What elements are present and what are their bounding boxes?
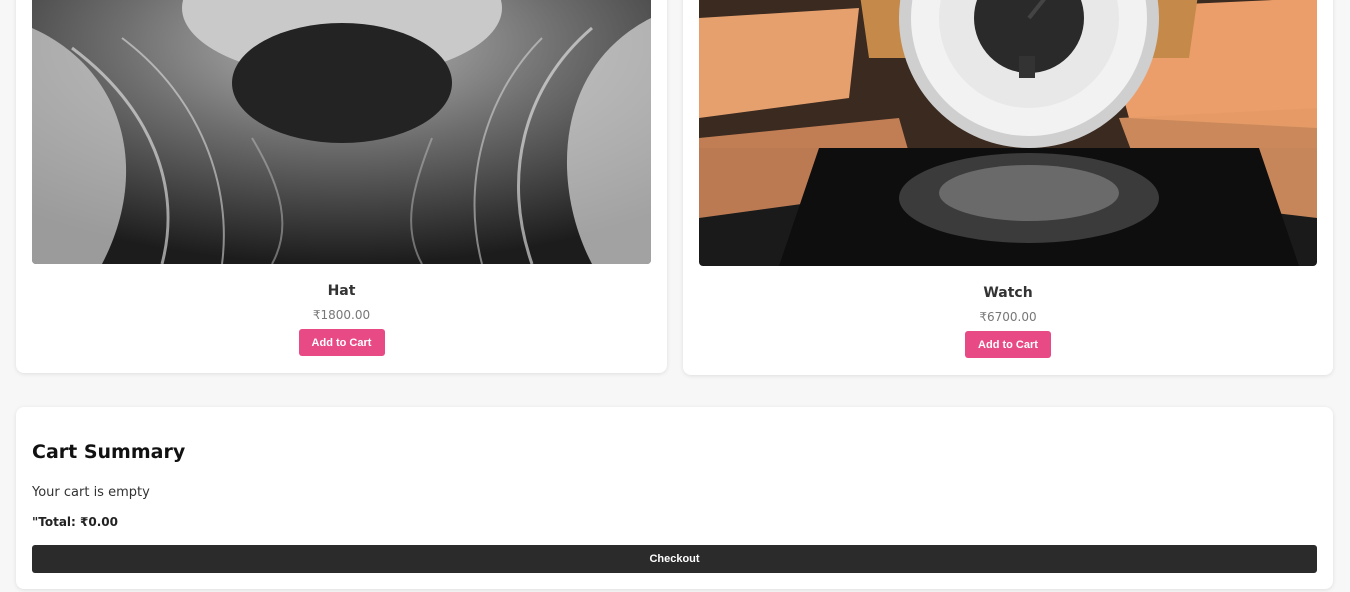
cart-title: Cart Summary	[32, 441, 186, 463]
product-card-watch: Watch ₹6700.00 Add to Cart	[683, 0, 1333, 375]
product-card-hat: Hat ₹1800.00 Add to Cart	[16, 0, 667, 373]
product-price: ₹6700.00	[979, 310, 1037, 324]
add-to-cart-button[interactable]: Add to Cart	[965, 331, 1051, 358]
product-price: ₹1800.00	[312, 308, 371, 322]
product-image-hat	[32, 0, 651, 264]
checkout-button[interactable]: Checkout	[32, 545, 1317, 573]
product-name: Watch	[983, 285, 1033, 301]
cart-empty-message: Your cart is empty	[32, 485, 150, 500]
product-name: Hat	[327, 283, 356, 299]
product-image-watch	[699, 0, 1317, 266]
cart-summary: Cart Summary Your cart is empty "Total: …	[16, 407, 1333, 589]
add-to-cart-button[interactable]: Add to Cart	[298, 329, 385, 356]
cart-total: "Total: ₹0.00	[32, 515, 118, 529]
